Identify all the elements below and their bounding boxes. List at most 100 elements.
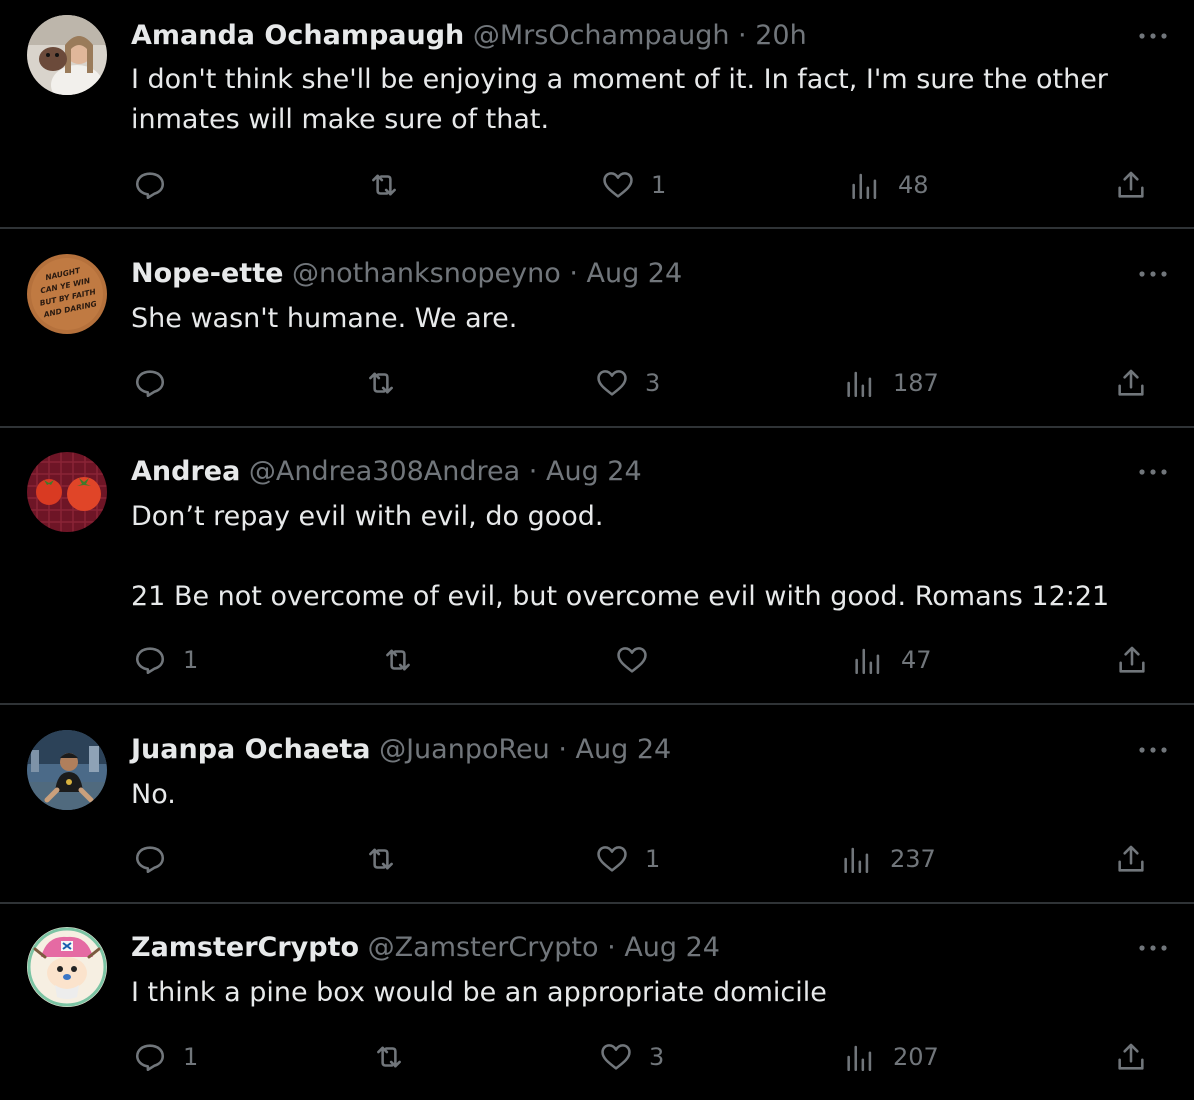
- avatar[interactable]: NAUGHT CAN YE WIN BUT BY FAITH AND DARIN…: [27, 254, 107, 334]
- reply-bubble-icon: [135, 647, 165, 675]
- retweet-icon: [369, 372, 393, 394]
- reply-tweet[interactable]: Andrea @Andrea308Andrea · Aug 24 Don’t r…: [0, 428, 1194, 705]
- more-dots-icon: [1139, 33, 1167, 39]
- avatar[interactable]: [27, 15, 107, 95]
- retweet-icon: [372, 174, 396, 196]
- author-handle[interactable]: @MrsOchampaugh: [473, 20, 730, 51]
- reply-tweet[interactable]: Amanda Ochampaugh @MrsOchampaugh · 20h I…: [0, 0, 1194, 229]
- views-button[interactable]: 47: [851, 640, 932, 680]
- tweet-text: I think a pine box would be an appropria…: [131, 973, 1141, 1013]
- author-name[interactable]: Andrea: [131, 456, 240, 487]
- like-button[interactable]: 3: [599, 1037, 664, 1077]
- avatar[interactable]: [27, 927, 107, 1007]
- views-button[interactable]: 48: [848, 165, 929, 205]
- heart-icon: [597, 846, 627, 872]
- reply-bubble-icon: [135, 172, 165, 200]
- timestamp[interactable]: Aug 24: [546, 456, 642, 487]
- tweet-header: ZamsterCrypto @ZamsterCrypto · Aug 24: [131, 928, 720, 968]
- views-button[interactable]: 237: [840, 839, 936, 879]
- reply-tweet[interactable]: Juanpa Ochaeta @JuanpoReu · Aug 24 No. 1: [0, 705, 1194, 904]
- heart-icon: [603, 172, 633, 198]
- view-count: 187: [893, 369, 939, 397]
- author-name[interactable]: ZamsterCrypto: [131, 932, 359, 963]
- reply-tweet[interactable]: ZamsterCrypto @ZamsterCrypto · Aug 24 I …: [0, 904, 1194, 1100]
- retweet-button[interactable]: [381, 640, 415, 680]
- timestamp[interactable]: Aug 24: [587, 258, 683, 289]
- more-dots-icon: [1139, 271, 1167, 277]
- author-handle[interactable]: @Andrea308Andrea: [249, 456, 520, 487]
- tweet-actions: 1 47: [0, 640, 1194, 680]
- timestamp[interactable]: 20h: [755, 20, 806, 51]
- views-bars-icon: [847, 1045, 872, 1072]
- view-count: 47: [901, 646, 932, 674]
- tweet-header: Amanda Ochampaugh @MrsOchampaugh · 20h: [131, 16, 807, 56]
- avatar[interactable]: [27, 730, 107, 810]
- views-bars-icon: [847, 371, 872, 398]
- author-name[interactable]: Nope-ette: [131, 258, 283, 289]
- more-options-button[interactable]: [1136, 462, 1170, 482]
- reply-count: 1: [183, 1043, 199, 1071]
- reply-button[interactable]: 1: [133, 1037, 198, 1077]
- retweet-button[interactable]: [364, 363, 398, 403]
- reply-bubble-icon: [135, 1044, 165, 1072]
- views-button[interactable]: 207: [843, 1037, 939, 1077]
- reply-tweet[interactable]: NAUGHT CAN YE WIN BUT BY FAITH AND DARIN…: [0, 229, 1194, 428]
- share-icon: [1118, 1043, 1144, 1070]
- like-button[interactable]: 1: [601, 165, 666, 205]
- author-handle[interactable]: @nothanksnopeyno: [292, 258, 561, 289]
- reply-count: 1: [183, 646, 199, 674]
- reply-button[interactable]: [133, 839, 183, 879]
- heart-icon: [601, 1044, 631, 1070]
- retweet-button[interactable]: [372, 1037, 406, 1077]
- views-bars-icon: [855, 648, 880, 675]
- share-button[interactable]: [1114, 1037, 1148, 1077]
- author-name[interactable]: Juanpa Ochaeta: [131, 734, 371, 765]
- author-handle[interactable]: @ZamsterCrypto: [368, 932, 599, 963]
- tweet-actions: 3 187: [0, 363, 1194, 403]
- avatar[interactable]: [27, 452, 107, 532]
- like-button[interactable]: 1: [595, 839, 660, 879]
- share-button[interactable]: [1114, 839, 1148, 879]
- more-options-button[interactable]: [1136, 264, 1170, 284]
- author-handle[interactable]: @JuanpoReu: [379, 734, 550, 765]
- like-button[interactable]: 3: [595, 363, 660, 403]
- heart-icon: [597, 370, 627, 396]
- reply-button[interactable]: [133, 363, 183, 403]
- retweet-icon: [369, 848, 393, 870]
- tweet-paragraph: No.: [131, 779, 176, 810]
- more-dots-icon: [1139, 469, 1167, 475]
- share-button[interactable]: [1115, 640, 1149, 680]
- reply-button[interactable]: [133, 165, 183, 205]
- more-options-button[interactable]: [1136, 26, 1170, 46]
- tweet-text: She wasn't humane. We are.: [131, 299, 1141, 339]
- views-bars-icon: [844, 847, 869, 874]
- author-name[interactable]: Amanda Ochampaugh: [131, 20, 464, 51]
- share-icon: [1118, 171, 1144, 198]
- like-count: 3: [645, 369, 661, 397]
- tweet-header: Nope-ette @nothanksnopeyno · Aug 24: [131, 254, 682, 294]
- views-bars-icon: [852, 173, 877, 200]
- timestamp[interactable]: Aug 24: [576, 734, 672, 765]
- share-icon: [1119, 646, 1145, 673]
- views-button[interactable]: 187: [843, 363, 939, 403]
- tweet-paragraph: I think a pine box would be an appropria…: [131, 977, 827, 1008]
- reply-button[interactable]: 1: [133, 640, 198, 680]
- share-button[interactable]: [1114, 363, 1148, 403]
- share-button[interactable]: [1114, 165, 1148, 205]
- retweet-icon: [386, 649, 410, 671]
- more-options-button[interactable]: [1136, 740, 1170, 760]
- avatar-stamp-icon: NAUGHT CAN YE WIN BUT BY FAITH AND DARIN…: [27, 254, 107, 334]
- timestamp[interactable]: Aug 24: [624, 932, 720, 963]
- tweet-header: Andrea @Andrea308Andrea · Aug 24: [131, 452, 642, 492]
- retweet-button[interactable]: [367, 165, 401, 205]
- tweet-header: Juanpa Ochaeta @JuanpoReu · Aug 24: [131, 730, 671, 770]
- tweet-paragraph: She wasn't humane. We are.: [131, 303, 518, 334]
- like-button[interactable]: [615, 640, 665, 680]
- reply-bubble-icon: [135, 846, 165, 874]
- separator-dot: ·: [607, 932, 616, 963]
- view-count: 48: [898, 171, 929, 199]
- retweet-button[interactable]: [364, 839, 398, 879]
- tweet-actions: 1 3 207: [0, 1037, 1194, 1077]
- more-options-button[interactable]: [1136, 938, 1170, 958]
- retweet-icon: [377, 1046, 401, 1068]
